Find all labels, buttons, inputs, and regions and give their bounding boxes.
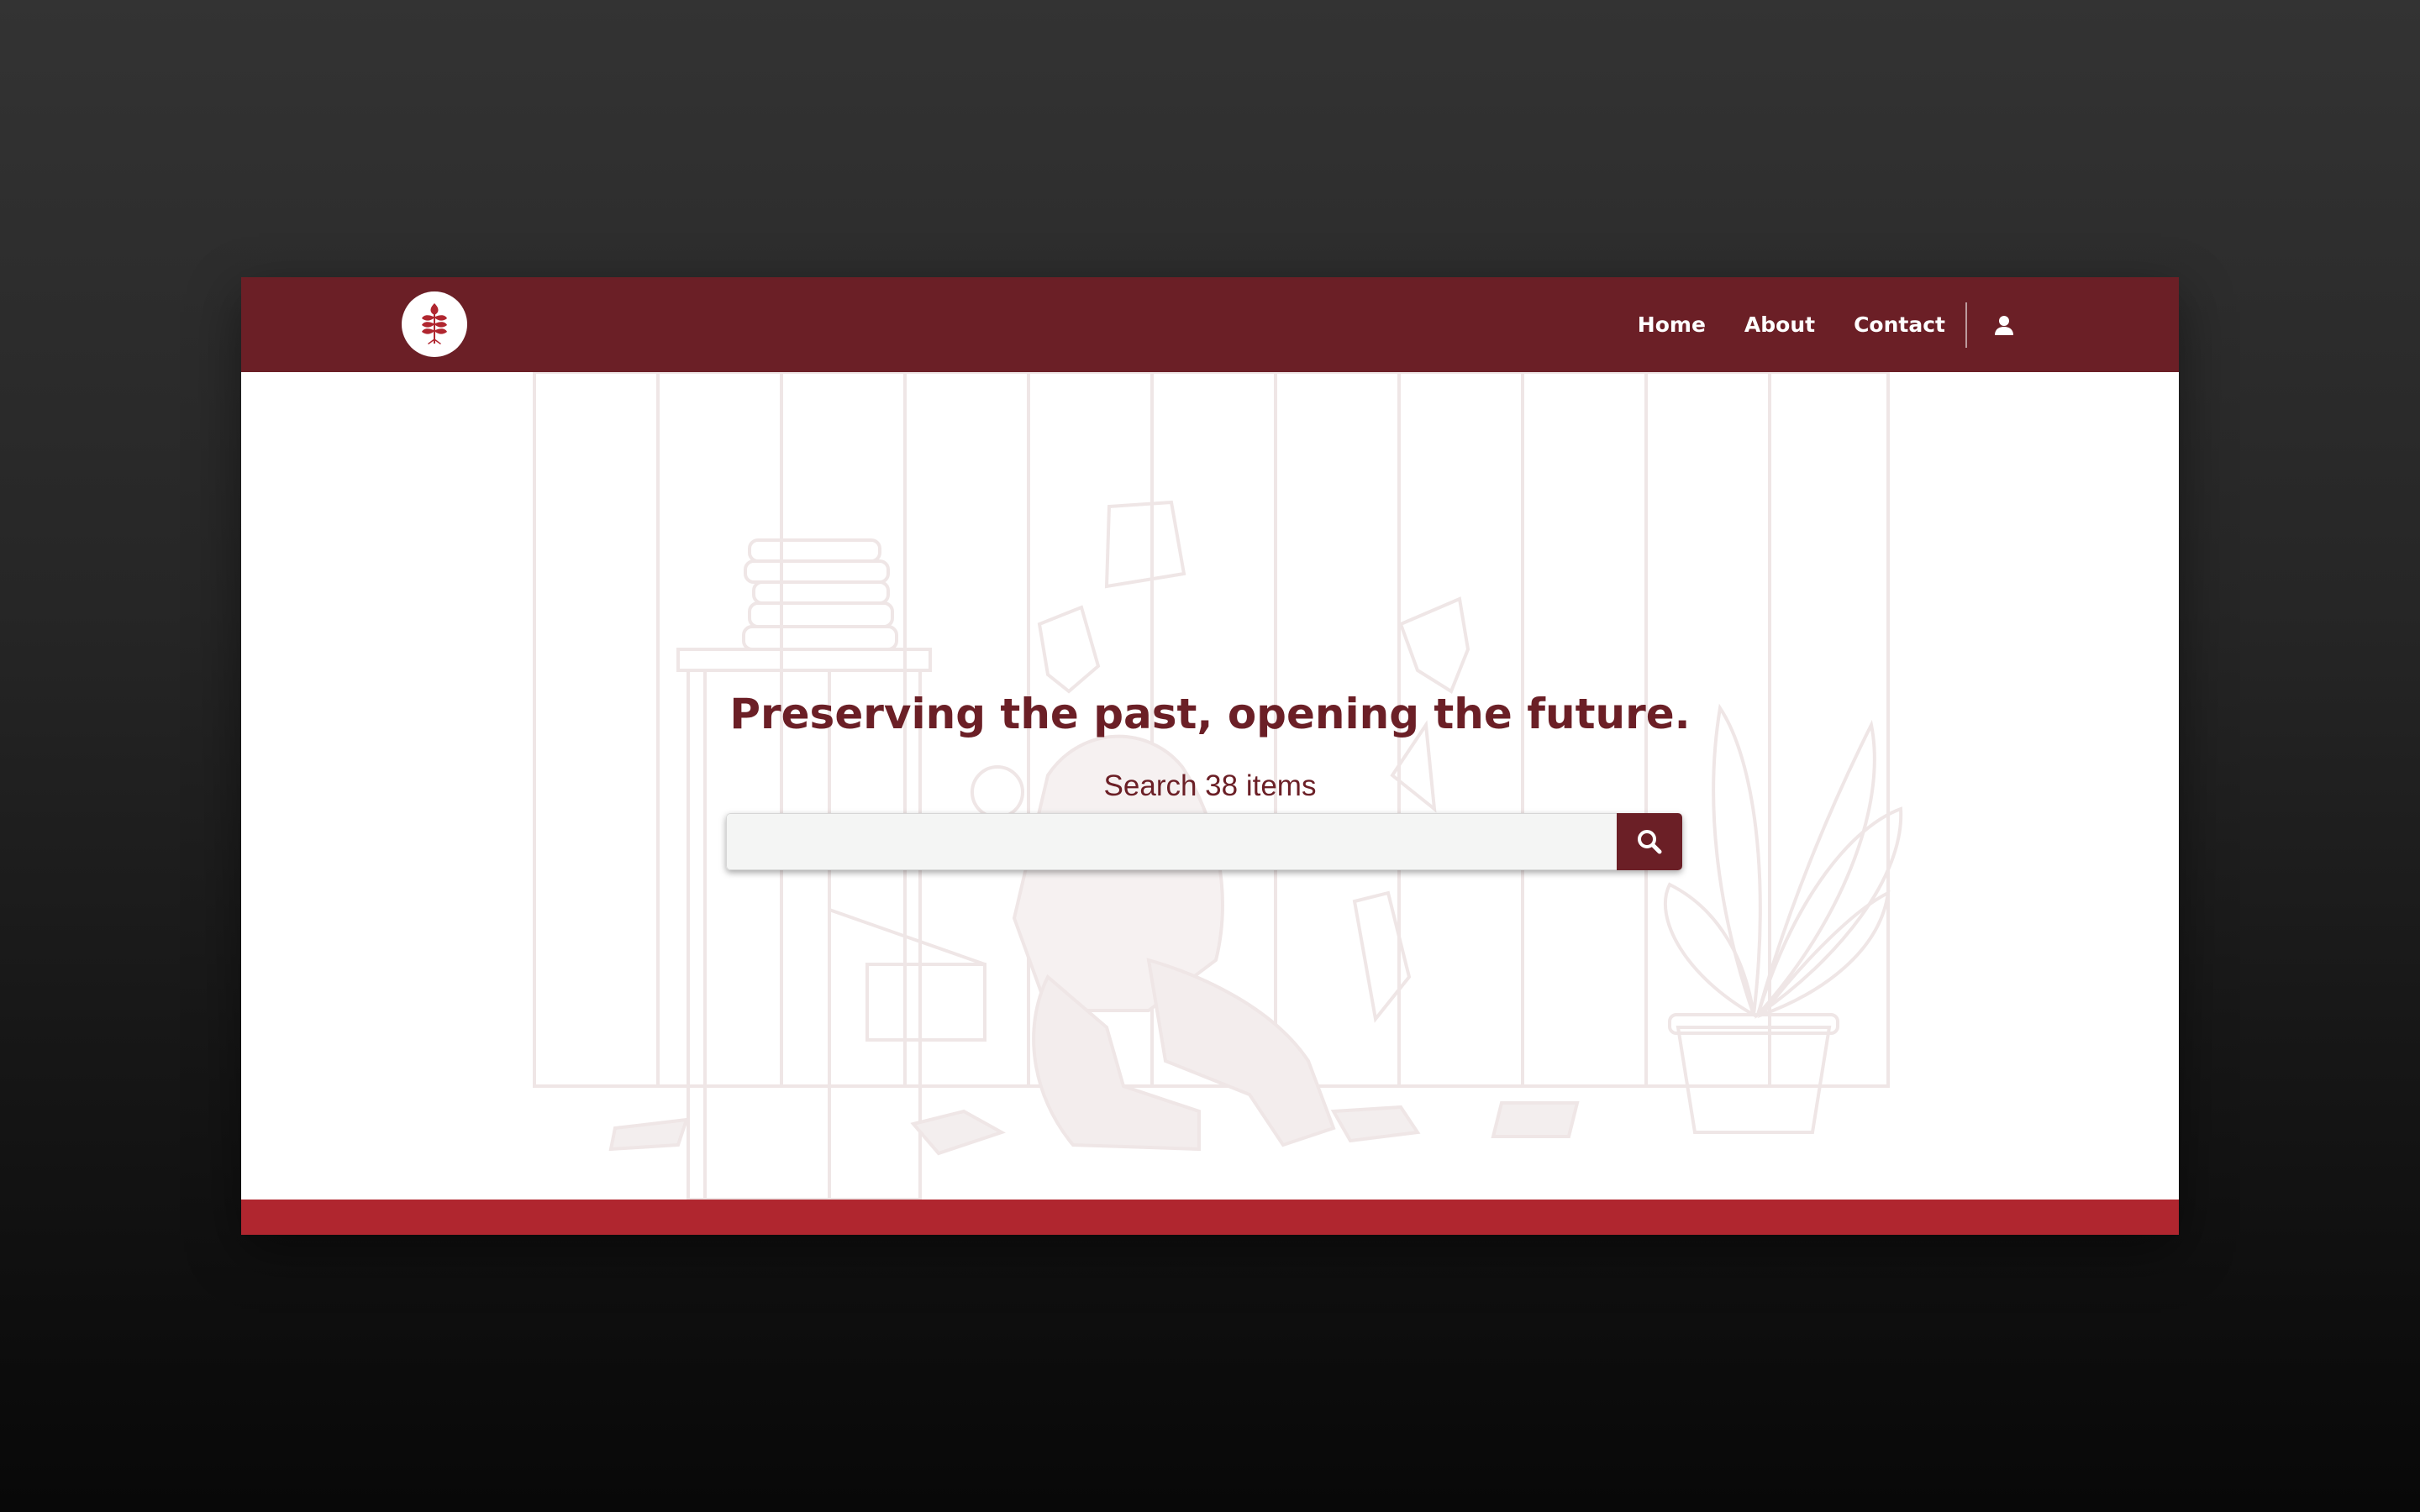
nav-divider (1965, 302, 1967, 348)
item-count-subtitle: Search 38 items (1103, 769, 1317, 802)
search-input[interactable] (726, 813, 1617, 870)
nav-contact-link[interactable]: Contact (1854, 312, 1945, 337)
footer-bar (241, 1200, 2179, 1235)
search-icon (1638, 830, 1662, 854)
nav-about-link[interactable]: About (1744, 312, 1815, 337)
browser-page: Home About Contact Preserving the past, … (241, 277, 2179, 1235)
wheat-leaf-icon (422, 303, 447, 344)
hero-section: Preserving the past, opening the future.… (241, 372, 2179, 1200)
navbar: Home About Contact (241, 277, 2179, 372)
user-icon (1995, 315, 2013, 335)
user-account-button[interactable] (1992, 313, 2016, 337)
main-nav: Home About Contact (1599, 277, 2016, 372)
search-button[interactable] (1617, 813, 1682, 870)
nav-home-link[interactable]: Home (1638, 312, 1706, 337)
hero-title: Preserving the past, opening the future. (729, 690, 1691, 738)
search-form (726, 813, 1682, 870)
site-logo[interactable] (402, 291, 467, 357)
